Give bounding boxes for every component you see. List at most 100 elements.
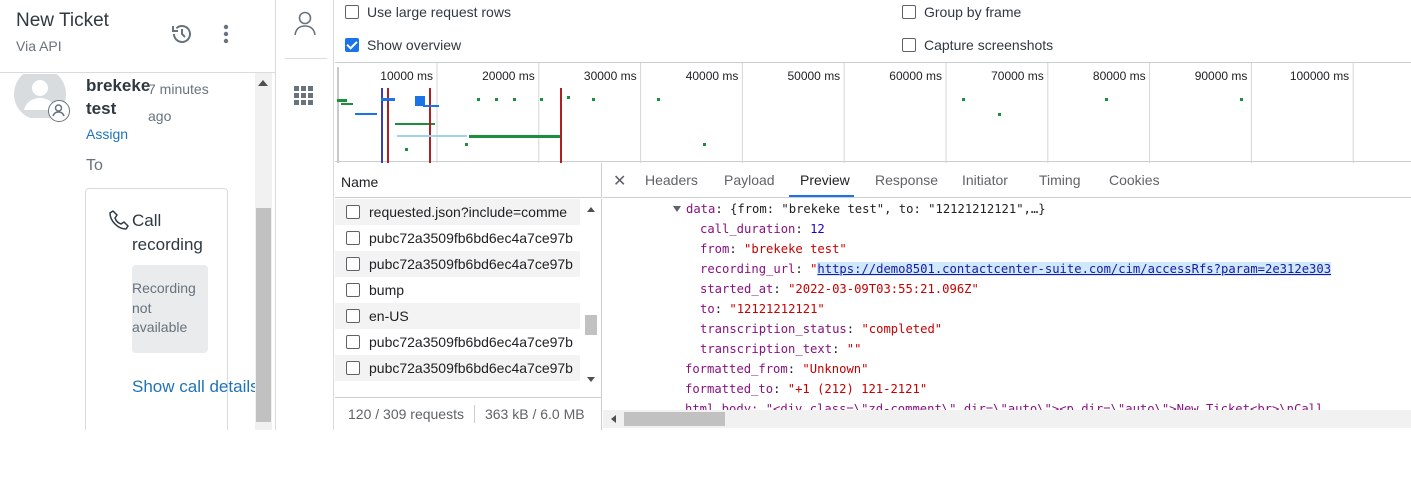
apps-grid-icon[interactable] xyxy=(294,86,314,106)
request-detail-tabs: ✕ Headers Payload Preview Response Initi… xyxy=(603,163,1411,198)
request-row[interactable]: pubc72a3509fb6bd6ec4a7ce97b xyxy=(335,355,580,381)
capture-screenshots-label: Capture screenshots xyxy=(924,37,1054,53)
overview-timeline[interactable]: 10000 ms 20000 ms 30000 ms 40000 ms 50000 ms… xyxy=(335,63,1411,163)
active-tab-indicator xyxy=(789,195,854,197)
user-profile-icon[interactable] xyxy=(293,10,317,36)
bar-mark xyxy=(423,105,439,107)
close-icon[interactable]: ✕ xyxy=(613,171,626,191)
request-row[interactable]: pubc72a3509fb6bd6ec4a7ce97b xyxy=(335,329,580,355)
preview-scroll-thumb[interactable] xyxy=(624,412,725,426)
request-list-scrollbar[interactable] xyxy=(581,199,601,397)
scroll-down-arrow-icon[interactable] xyxy=(587,377,595,382)
bar-mark xyxy=(381,98,395,101)
ticket-panel: New Ticket Via API brekeke test 7 minute… xyxy=(0,0,276,430)
recording-url-link[interactable]: https://demo8501.contactcenter-suite.com… xyxy=(817,262,1332,276)
preview-row: recording_url: "https://demo8501.contact… xyxy=(700,262,1332,276)
timeline-tick-label: 90000 ms xyxy=(1195,69,1248,83)
tab-preview[interactable]: Preview xyxy=(800,172,850,188)
show-overview-checkbox[interactable] xyxy=(345,38,359,52)
tab-initiator[interactable]: Initiator xyxy=(962,172,1008,188)
ticket-title: New Ticket xyxy=(16,10,109,31)
json-preview[interactable]: data: {from: "brekeke test", to: "121212… xyxy=(603,199,1411,410)
group-by-frame-option[interactable]: Group by frame xyxy=(902,4,1021,20)
bar-mark xyxy=(341,103,353,105)
load-line xyxy=(429,88,431,163)
group-by-frame-checkbox[interactable] xyxy=(902,5,916,19)
devtools-network-panel: Use large request rows Show overview Gro… xyxy=(335,0,1411,430)
request-row[interactable]: pubc72a3509fb6bd6ec4a7ce97b xyxy=(335,251,580,277)
network-overview[interactable]: 10000 ms 20000 ms 30000 ms 40000 ms 50000 ms… xyxy=(335,62,1411,163)
point-mark xyxy=(592,98,595,101)
comment-author[interactable]: brekeke test xyxy=(86,74,150,120)
user-badge-icon xyxy=(48,100,70,122)
request-row[interactable]: requested.json?include=comme xyxy=(335,199,580,225)
capture-screenshots-checkbox[interactable] xyxy=(902,38,916,52)
timeline-tick-label: 60000 ms xyxy=(889,69,942,83)
capture-screenshots-option[interactable]: Capture screenshots xyxy=(902,37,1053,53)
show-call-details-link[interactable]: Show call details xyxy=(132,377,259,397)
preview-horizontal-scrollbar[interactable] xyxy=(603,410,1411,428)
tab-response[interactable]: Response xyxy=(875,172,938,188)
recording-status: Recording not available xyxy=(132,280,196,335)
preview-data-row[interactable]: data: {from: "brekeke test", to: "121212… xyxy=(673,199,1046,219)
expand-triangle-icon[interactable] xyxy=(673,206,681,212)
bar-mark xyxy=(469,135,561,138)
bar-mark xyxy=(397,135,467,137)
point-mark xyxy=(962,98,965,101)
rail-divider xyxy=(285,58,327,59)
request-row[interactable]: pubc72a3509fb6bd6ec4a7ce97b xyxy=(335,225,580,251)
status-separator xyxy=(473,405,475,423)
tab-cookies[interactable]: Cookies xyxy=(1109,172,1160,188)
use-large-rows-checkbox[interactable] xyxy=(345,5,359,19)
point-mark xyxy=(477,98,480,101)
preview-row: to: "12121212121" xyxy=(700,302,825,316)
group-by-frame-label: Group by frame xyxy=(924,4,1022,20)
scroll-up-arrow-icon[interactable] xyxy=(258,80,268,86)
more-options-icon[interactable] xyxy=(216,22,236,46)
tab-timing[interactable]: Timing xyxy=(1039,172,1081,188)
preview-row: call_duration: 12 xyxy=(700,222,825,236)
scroll-up-arrow-icon[interactable] xyxy=(587,207,595,212)
assign-link[interactable]: Assign xyxy=(86,126,128,142)
context-rail xyxy=(277,0,334,430)
preview-row: formatted_to: "+1 (212) 121-2121" xyxy=(685,382,928,396)
overview-left-handle xyxy=(337,67,339,163)
recording-placeholder: Recording not available xyxy=(132,265,208,353)
point-mark xyxy=(465,143,468,146)
history-icon[interactable] xyxy=(170,22,194,46)
ticket-channel: Via API xyxy=(16,38,62,54)
bar-mark xyxy=(415,96,425,106)
request-list-scroll-thumb[interactable] xyxy=(585,315,597,335)
timeline-tick-label: 50000 ms xyxy=(787,69,840,83)
preview-row: from: "brekeke test" xyxy=(700,242,847,256)
timeline-tick-label: 80000 ms xyxy=(1093,69,1146,83)
point-mark xyxy=(405,148,408,151)
tab-payload[interactable]: Payload xyxy=(724,172,775,188)
phone-icon xyxy=(109,210,129,230)
header-divider xyxy=(0,72,275,73)
scroll-left-arrow-icon[interactable] xyxy=(611,415,616,423)
point-mark xyxy=(703,143,706,146)
timeline-tick-label: 100000 ms xyxy=(1290,69,1349,83)
request-row[interactable]: en-US xyxy=(335,303,580,329)
timeline-tick-label: 10000 ms xyxy=(380,69,433,83)
name-column-header[interactable]: Name xyxy=(335,163,602,198)
point-mark xyxy=(567,96,570,99)
point-mark xyxy=(998,113,1001,116)
show-overview-option[interactable]: Show overview xyxy=(345,37,461,53)
comment-scrollbar-thumb[interactable] xyxy=(256,208,271,422)
preview-row: transcription_text: "" xyxy=(700,342,862,356)
point-mark xyxy=(540,98,543,101)
tab-headers[interactable]: Headers xyxy=(645,172,698,188)
use-large-rows-option[interactable]: Use large request rows xyxy=(345,4,511,20)
transfer-size: 363 kB / 6.0 MB xyxy=(484,406,585,422)
timeline-tick-label: 40000 ms xyxy=(686,69,739,83)
show-overview-label: Show overview xyxy=(367,37,462,53)
request-row[interactable]: bump xyxy=(335,277,580,303)
call-recording-title: Call recording xyxy=(132,211,203,254)
request-count: 120 / 309 requests xyxy=(348,406,464,422)
point-mark xyxy=(657,98,660,101)
load-line xyxy=(560,88,562,163)
timeline-tick-label: 30000 ms xyxy=(584,69,637,83)
network-status-bar: 120 / 309 requests 363 kB / 6.0 MB xyxy=(335,397,602,430)
